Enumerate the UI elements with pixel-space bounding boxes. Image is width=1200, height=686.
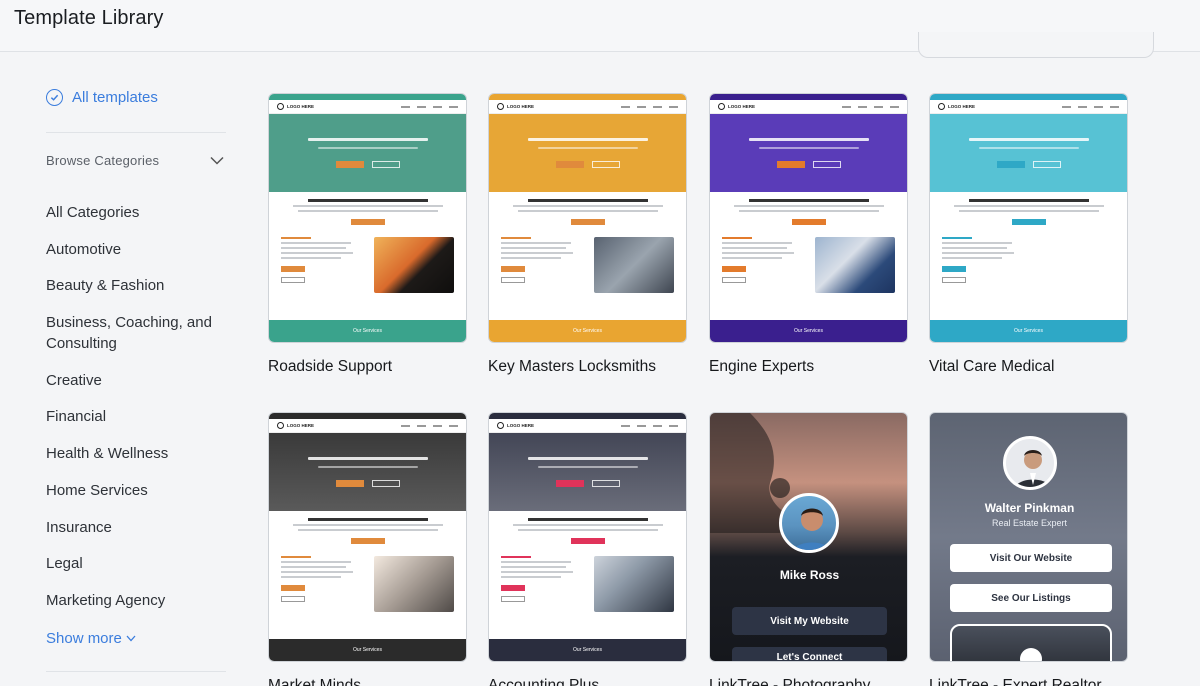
template-name: Engine Experts [709, 358, 815, 375]
template-card[interactable]: LOGO HERE Our Services Roadside Support [268, 93, 468, 375]
visit-website-button[interactable]: Visit Our Website [950, 544, 1112, 572]
template-card[interactable]: LOGO HERE Our Services Market Minds [268, 412, 468, 686]
page-title: Template Library [14, 7, 164, 29]
template-card[interactable]: Walter Pinkman Real Estate Expert Visit … [929, 412, 1129, 686]
category-insurance[interactable]: Insurance [46, 517, 226, 538]
template-name: LinkTree - Expert Realtor [929, 677, 1102, 686]
show-more-link[interactable]: Show more [46, 630, 136, 647]
check-circle-icon [46, 89, 63, 106]
avatar [1003, 436, 1057, 490]
video-preview[interactable] [950, 624, 1112, 661]
template-thumbnail[interactable]: LOGO HERE Our Services [488, 412, 687, 662]
profile-name: Mike Ross [779, 568, 840, 582]
template-thumbnail[interactable]: Mike Ross Visit My Website Let's Connect [709, 412, 908, 662]
template-name: Roadside Support [268, 358, 393, 375]
template-name: Accounting Plus [488, 677, 600, 686]
template-name: Key Masters Locksmiths [488, 358, 656, 375]
template-thumbnail[interactable]: LOGO HERE Our Services [268, 93, 467, 343]
all-templates-link[interactable]: All templates [46, 89, 158, 106]
profile-role: Real Estate Expert [991, 518, 1068, 528]
chevron-down-icon [126, 635, 136, 642]
template-card[interactable]: Mike Ross Visit My Website Let's Connect… [709, 412, 909, 686]
template-name: Vital Care Medical [929, 358, 1055, 375]
divider [46, 132, 226, 133]
template-thumbnail[interactable]: Walter Pinkman Real Estate Expert Visit … [929, 412, 1128, 662]
category-legal[interactable]: Legal [46, 553, 226, 574]
all-templates-label: All templates [72, 89, 158, 106]
category-business-coaching[interactable]: Business, Coaching, and Consulting [46, 312, 226, 354]
template-card[interactable]: LOGO HERE Our Services Engine Experts [709, 93, 909, 375]
chevron-down-icon [210, 156, 224, 165]
template-name: Market Minds [268, 677, 362, 686]
category-list: All Categories Automotive Beauty & Fashi… [46, 202, 226, 627]
category-health-wellness[interactable]: Health & Wellness [46, 443, 226, 464]
divider [46, 671, 226, 672]
avatar [779, 493, 839, 553]
template-thumbnail[interactable]: LOGO HERE Our Services [709, 93, 908, 343]
template-thumbnail[interactable]: LOGO HERE Our Services [929, 93, 1128, 343]
category-marketing-agency[interactable]: Marketing Agency [46, 590, 226, 611]
template-thumbnail[interactable]: LOGO HERE Our Services [268, 412, 467, 662]
category-home-services[interactable]: Home Services [46, 480, 226, 501]
browse-categories-toggle[interactable]: Browse Categories [46, 153, 224, 168]
category-financial[interactable]: Financial [46, 406, 226, 427]
category-creative[interactable]: Creative [46, 370, 226, 391]
page-header: Template Library [0, 0, 1200, 58]
see-listings-button[interactable]: See Our Listings [950, 584, 1112, 612]
profile-name: Walter Pinkman [984, 501, 1075, 515]
play-icon [1020, 648, 1042, 661]
template-thumbnail[interactable]: LOGO HERE Our Services [488, 93, 687, 343]
category-beauty-fashion[interactable]: Beauty & Fashion [46, 275, 226, 296]
search-box[interactable] [918, 32, 1154, 58]
visit-website-button[interactable]: Visit My Website [732, 607, 887, 635]
lets-connect-button[interactable]: Let's Connect [732, 647, 887, 661]
template-card[interactable]: LOGO HERE Our Services Vital Care Medica… [929, 93, 1129, 375]
browse-categories-label: Browse Categories [46, 153, 160, 168]
template-card[interactable]: LOGO HERE Our Services Accounting Plus [488, 412, 688, 686]
template-card[interactable]: LOGO HERE Our Services Key Masters Locks… [488, 93, 688, 375]
show-more-label: Show more [46, 630, 122, 647]
template-name: LinkTree - Photography [709, 677, 871, 686]
category-automotive[interactable]: Automotive [46, 239, 226, 260]
category-all-categories[interactable]: All Categories [46, 202, 226, 223]
